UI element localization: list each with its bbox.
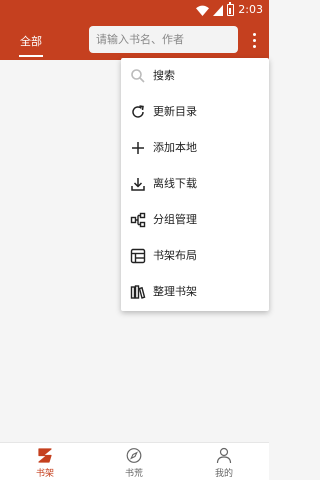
menu-item-add-local[interactable]: 添加本地 (121, 130, 269, 166)
menu-item-label: 搜索 (153, 69, 175, 82)
more-menu-button[interactable] (247, 29, 261, 51)
menu-item-organize-shelf[interactable]: 整理书架 (121, 274, 269, 310)
overflow-menu: 搜索 更新目录 添加本地 离线下载 分组管理 书架布局 整理书架 (121, 58, 269, 311)
bookshelf-icon (130, 285, 146, 299)
nav-profile[interactable]: 我的 (194, 443, 254, 480)
compass-icon (126, 448, 142, 463)
nav-bookshelf[interactable]: 书架 (15, 443, 75, 480)
menu-item-group-manage[interactable]: 分组管理 (121, 202, 269, 238)
bottom-nav: 书架 书荒 我的 (0, 442, 269, 480)
plus-icon (132, 142, 144, 154)
search-input[interactable] (89, 26, 238, 53)
tab-all[interactable]: 全部 (20, 33, 42, 49)
more-dot-icon (252, 44, 256, 48)
app-bar: 全部 (0, 20, 269, 60)
menu-item-label: 书架布局 (153, 249, 197, 262)
menu-item-label: 添加本地 (153, 141, 197, 154)
nav-label: 书荒 (124, 469, 143, 479)
layout-icon (130, 248, 146, 264)
menu-item-search[interactable]: 搜索 (121, 58, 269, 94)
nav-label: 书架 (35, 469, 54, 479)
search-icon (131, 69, 145, 83)
nav-discover[interactable]: 书荒 (104, 443, 164, 480)
battery-icon (227, 2, 235, 16)
status-icons: 2:03 (196, 2, 263, 17)
menu-item-shelf-layout[interactable]: 书架布局 (121, 238, 269, 274)
status-bar: 2:03 (0, 0, 269, 20)
menu-item-update-catalog[interactable]: 更新目录 (121, 94, 269, 130)
bookshelf-nav-icon (38, 448, 52, 463)
user-icon (216, 447, 232, 464)
nav-label: 我的 (214, 469, 233, 479)
tab-indicator (19, 55, 43, 57)
menu-item-label: 更新目录 (153, 105, 197, 118)
group-icon (130, 212, 146, 228)
refresh-icon (132, 105, 144, 118)
menu-item-label: 分组管理 (153, 213, 197, 226)
signal-icon (213, 4, 224, 16)
menu-item-label: 离线下载 (153, 177, 197, 190)
wifi-icon (196, 5, 210, 16)
menu-item-offline-download[interactable]: 离线下载 (121, 166, 269, 202)
menu-item-label: 整理书架 (153, 285, 197, 298)
more-dot-icon (252, 32, 256, 36)
download-icon (131, 178, 145, 191)
more-dot-icon (252, 38, 256, 42)
status-time: 2:03 (238, 3, 263, 16)
